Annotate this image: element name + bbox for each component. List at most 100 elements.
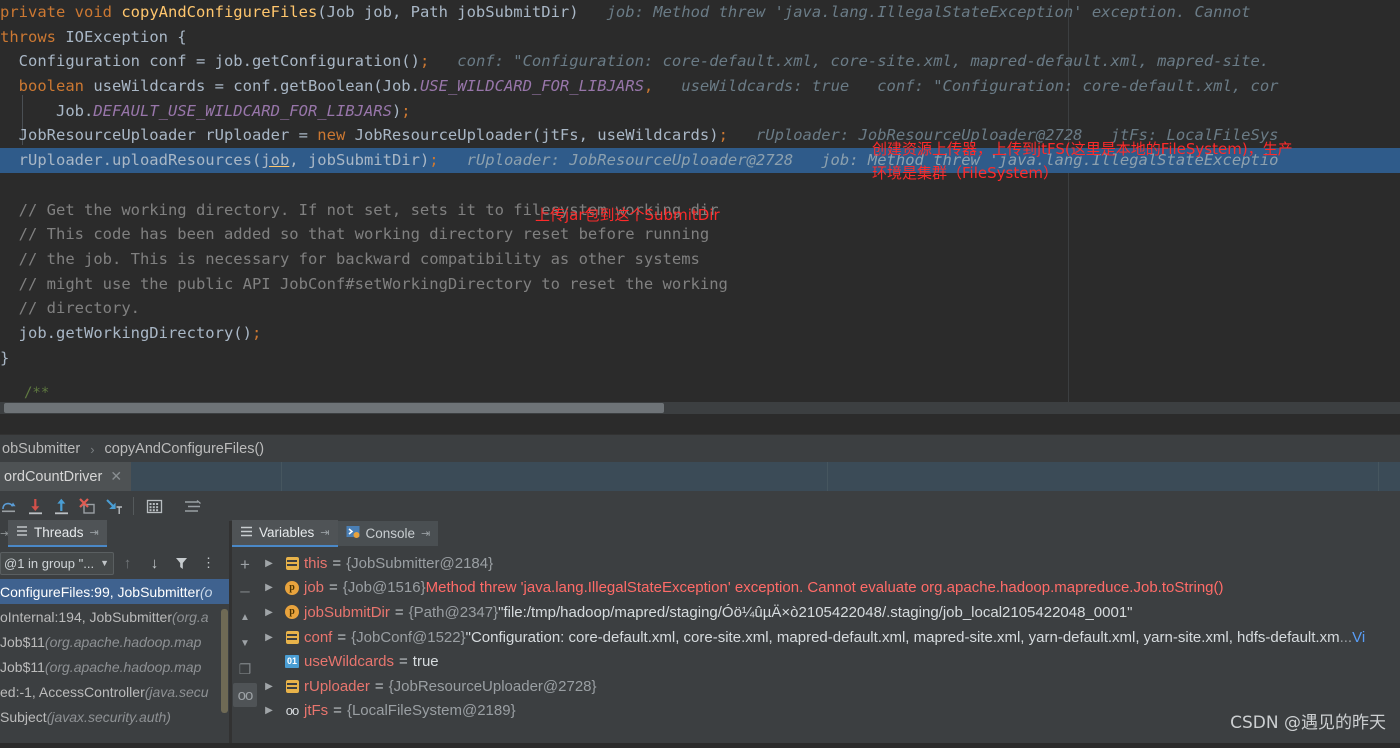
editor-horizontal-scrollbar-thumb[interactable] (4, 403, 664, 413)
variable-row[interactable]: ▶ conf = {JobConf@1522} "Configuration: cor… (258, 625, 1400, 650)
variables-tab-bar[interactable]: Variables ⇥ Console ⇥ (232, 520, 1400, 547)
copy-value-button[interactable]: ❐ (233, 657, 257, 681)
add-watch-button[interactable]: + (233, 553, 257, 577)
frames-scrollbar-thumb[interactable] (221, 609, 228, 713)
step-over-icon[interactable] (0, 493, 22, 519)
remove-watch-button[interactable]: – (233, 579, 257, 603)
pin-icon[interactable]: ⇥ (421, 527, 430, 540)
variables-list[interactable]: ▶ this = {JobSubmitter@2184} ▶ p job = {Job@1516… (258, 551, 1400, 743)
toolbar-divider (133, 497, 134, 515)
code-line[interactable]: // the job. This is necessary for backwa… (0, 247, 1400, 272)
frame-list[interactable]: ConfigureFiles:99, JobSubmitter (o oInter… (0, 579, 229, 743)
tab-console[interactable]: Console ⇥ (337, 521, 439, 546)
code-token: ; (401, 101, 411, 120)
drop-frame-icon[interactable] (74, 493, 100, 519)
breadcrumb[interactable]: obSubmitter › copyAndConfigureFiles() (0, 434, 1400, 463)
move-down-button[interactable]: ▼ (233, 631, 257, 655)
expand-arrow-icon[interactable]: ▶ (258, 705, 280, 716)
frame-up-button[interactable]: ↑ (114, 550, 141, 576)
tab-label: Variables (259, 525, 315, 540)
tab-threads[interactable]: Threads ⇥ (8, 520, 107, 547)
frames-scrollbar[interactable] (220, 579, 229, 743)
variables-gutter-toolbar[interactable]: + – ▲ ▼ ❐ ᴏᴏ (232, 548, 258, 748)
frame-list-item[interactable]: Subject (javax.security.auth) (0, 704, 229, 729)
code-token: job.getWorkingDirectory() (0, 323, 252, 342)
frame-method: oInternal:194, JobSubmitter (0, 608, 172, 625)
chevron-down-icon[interactable]: ▼ (100, 558, 109, 568)
variable-row[interactable]: ▶ rUploader = {JobResourceUploader@2728} (258, 674, 1400, 699)
breadcrumb-class[interactable]: obSubmitter (0, 441, 82, 457)
pin-icon[interactable]: ⇥ (320, 526, 329, 539)
variable-name: useWildcards (304, 653, 395, 671)
variable-row[interactable]: ▶ p job = {Job@1516} Method threw 'java.lang… (258, 576, 1400, 601)
frame-list-item[interactable]: Job$11 (org.apache.hadoop.map (0, 629, 229, 654)
close-icon[interactable]: ✕ (110, 468, 122, 485)
expand-arrow-icon[interactable]: ▶ (258, 632, 280, 643)
variables-panel: Variables ⇥ Console ⇥ + – ▲ ▼ ❐ ᴏᴏ ▶ this = {JobSub… (232, 520, 1400, 743)
thread-selector[interactable]: @1 in group "... ▼ (0, 551, 115, 575)
code-line[interactable]: } (0, 346, 1400, 371)
frames-controls[interactable]: @1 in group "... ▼ ↑ ↓ ⋮ (0, 548, 229, 578)
code-token: // might use the public API JobConf#setW… (0, 274, 728, 293)
frame-list-item[interactable]: ConfigureFiles:99, JobSubmitter (o (0, 579, 229, 604)
frame-package: (org.a (172, 608, 209, 625)
frame-list-item[interactable]: ed:-1, AccessController (java.secu (0, 679, 229, 704)
expand-arrow-icon[interactable]: ▶ (258, 558, 280, 569)
run-to-cursor-icon[interactable] (100, 493, 126, 519)
frames-more-button[interactable]: ⋮ (195, 550, 222, 576)
editor-horizontal-scrollbar[interactable] (0, 402, 1400, 414)
object-icon (285, 630, 299, 644)
inlay-hint: useWildcards: true conf: "Configuration:… (653, 77, 1279, 96)
frame-method: ed:-1, AccessController (0, 683, 145, 700)
editor-tab-bar[interactable]: ordCountDriver ✕ (0, 462, 1400, 491)
filter-frames-button[interactable] (168, 550, 195, 576)
variable-value: true (412, 653, 439, 671)
breadcrumb-method[interactable]: copyAndConfigureFiles() (103, 441, 267, 457)
code-line[interactable]: boolean useWildcards = conf.getBoolean(J… (0, 74, 1400, 99)
code-token: // This code has been added so that work… (0, 225, 710, 244)
code-token: , jobSubmitDir) (289, 151, 430, 170)
code-line[interactable]: Job.DEFAULT_USE_WILDCARD_FOR_LIBJARS); (0, 99, 1400, 124)
code-token: DEFAULT_USE_WILDCARD_FOR_LIBJARS (93, 101, 392, 120)
code-token: (Job job, Path jobSubmitDir) (317, 3, 579, 21)
variable-row[interactable]: ▶ 01 useWildcards=true (258, 649, 1400, 674)
frames-tab-bar[interactable]: ⇥ Threads ⇥ (0, 520, 229, 547)
variable-row[interactable]: ▶ p jobSubmitDir = {Path@2347} "file:/tmp/ha… (258, 600, 1400, 625)
code-line[interactable]: private void copyAndConfigureFiles(Job j… (0, 0, 1400, 25)
annotation-upload-jar: 上传jar包到这个SubmitDir (535, 206, 720, 224)
variable-reference: {Path@2347} (408, 603, 499, 621)
code-line[interactable]: Configuration conf = job.getConfiguratio… (0, 49, 1400, 74)
code-line[interactable]: // directory. (0, 296, 1400, 321)
code-lines[interactable]: private void copyAndConfigureFiles(Job j… (0, 0, 1400, 370)
tab-variables[interactable]: Variables ⇥ (232, 520, 338, 547)
frame-list-item[interactable]: oInternal:194, JobSubmitter (org.a (0, 604, 229, 629)
inspect-button[interactable]: ᴏᴏ (233, 683, 257, 707)
variable-reference: {JobSubmitter@2184} (346, 554, 494, 572)
code-line[interactable]: job.getWorkingDirectory(); (0, 321, 1400, 346)
debug-toolbar[interactable] (0, 491, 1400, 522)
variable-row[interactable]: ▶ this = {JobSubmitter@2184} (258, 551, 1400, 576)
variable-name: this (304, 554, 328, 572)
code-line[interactable]: throws IOException { (0, 25, 1400, 50)
code-line[interactable]: // might use the public API JobConf#setW… (0, 272, 1400, 297)
pin-icon[interactable]: ⇥ (90, 526, 99, 539)
variable-type-icon (280, 679, 304, 693)
object-icon (285, 556, 299, 570)
editor-tab-wordcountdriver[interactable]: ordCountDriver ✕ (0, 462, 132, 491)
variable-row[interactable]: ▶ ᴏᴏ jtFs = {LocalFileSystem@2189} (258, 699, 1400, 724)
frame-down-button[interactable]: ↓ (141, 550, 168, 576)
expand-arrow-icon[interactable]: ▶ (258, 607, 280, 618)
frame-list-item[interactable]: Job$11 (org.apache.hadoop.map (0, 654, 229, 679)
variable-value: Method threw 'java.lang.IllegalStateExce… (425, 579, 1224, 597)
settings-lines-icon[interactable] (179, 493, 205, 519)
expand-arrow-icon[interactable]: ▶ (258, 582, 280, 593)
expand-arrow-icon[interactable]: ▶ (258, 681, 280, 692)
evaluate-expression-icon[interactable] (141, 493, 167, 519)
frames-panel: ⇥ Threads ⇥ @1 in group "... ▼ ↑ ↓ ⋮ Con… (0, 520, 229, 743)
step-out-icon[interactable] (48, 493, 74, 519)
move-up-button[interactable]: ▲ (233, 605, 257, 629)
code-editor[interactable]: private void copyAndConfigureFiles(Job j… (0, 0, 1400, 414)
view-value-link[interactable]: Vi (1352, 629, 1365, 646)
variable-name: rUploader (304, 677, 370, 695)
step-into-icon[interactable] (22, 493, 48, 519)
